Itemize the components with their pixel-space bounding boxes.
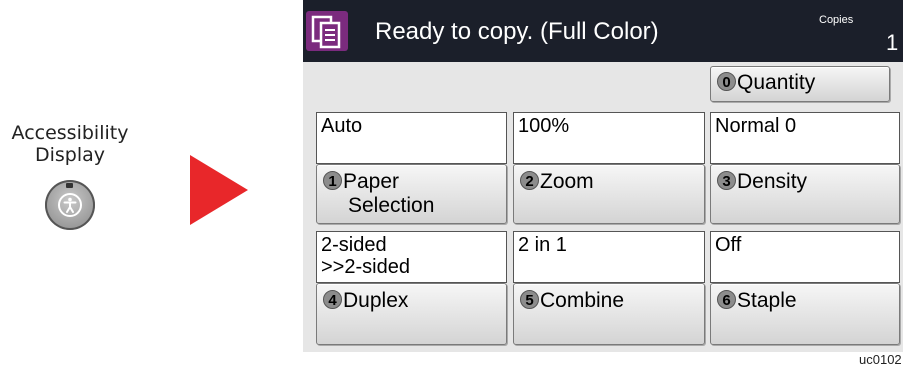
copy-mode-icon	[306, 11, 348, 51]
duplex-label: Duplex	[343, 289, 409, 312]
accessibility-icon	[58, 193, 82, 217]
staple-value: Off	[710, 231, 900, 283]
key-number-badge: 1	[323, 171, 342, 190]
indicator-led	[66, 183, 73, 188]
zoom-button[interactable]: 2 Zoom	[513, 164, 705, 224]
staple-button[interactable]: 6 Staple	[710, 283, 900, 345]
combine-label: Combine	[540, 289, 625, 312]
copies-count: 1	[886, 30, 899, 55]
accessibility-display-label: Accessibility Display	[0, 122, 140, 166]
status-title: Ready to copy. (Full Color)	[375, 18, 659, 45]
combine-button[interactable]: 5 Combine	[513, 283, 705, 345]
duplex-button[interactable]: 4 Duplex	[316, 283, 507, 345]
quantity-button[interactable]: 0 Quantity	[710, 66, 890, 102]
zoom-label: Zoom	[540, 170, 594, 193]
density-label: Density	[737, 170, 808, 193]
quantity-label: Quantity	[737, 71, 816, 94]
paper-selection-value: Auto	[316, 112, 507, 164]
status-bar: Ready to copy. (Full Color) Copies 1	[303, 0, 903, 62]
paper-selection-button[interactable]: 1 Paper Selection	[316, 164, 507, 224]
key-number-badge: 6	[717, 290, 736, 309]
copies-label: Copies	[819, 14, 854, 26]
key-number-badge: 0	[717, 72, 736, 91]
accessibility-label-line2: Display	[34, 144, 106, 166]
zoom-value: 100%	[513, 112, 705, 164]
key-number-badge: 2	[520, 171, 539, 190]
combine-value: 2 in 1	[513, 231, 705, 283]
copier-screen: Ready to copy. (Full Color) Copies 1 0 Qu…	[303, 0, 903, 352]
key-number-badge: 4	[323, 290, 342, 309]
right-arrow-icon	[190, 155, 248, 225]
density-value: Normal 0	[710, 112, 900, 164]
staple-label: Staple	[737, 289, 797, 312]
paper-selection-label: Paper	[343, 170, 400, 193]
key-number-badge: 3	[717, 171, 736, 190]
figure-code: uc0102	[859, 352, 902, 367]
duplex-value: 2-sided >>2-sided	[316, 231, 507, 283]
accessibility-label-line1: Accessibility	[11, 122, 129, 144]
density-button[interactable]: 3 Density	[710, 164, 900, 224]
paper-selection-label-line2: Selection	[348, 194, 435, 217]
key-number-badge: 5	[520, 290, 539, 309]
